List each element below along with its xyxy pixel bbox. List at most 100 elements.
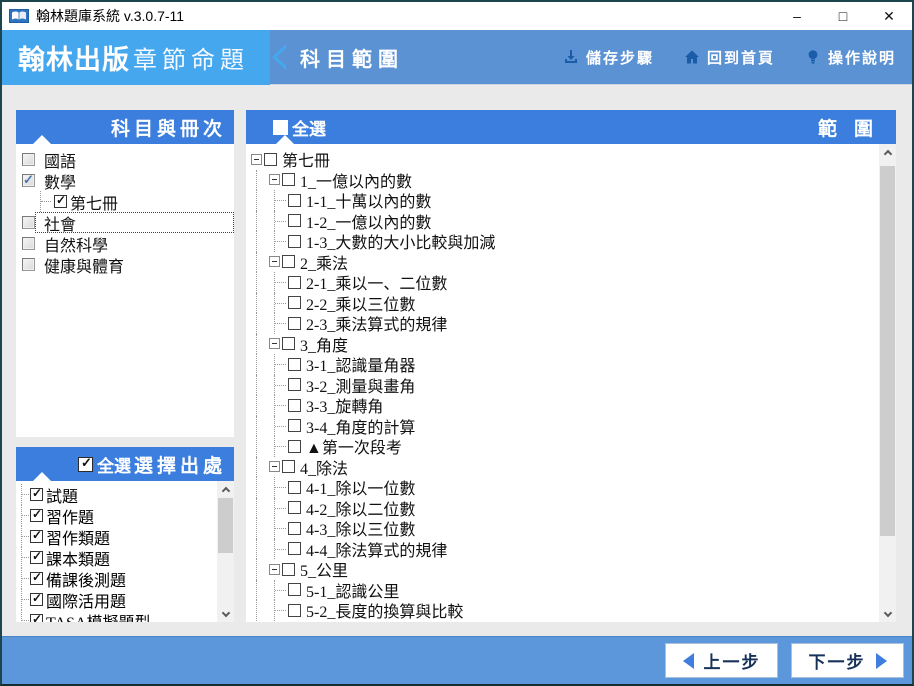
tree-scrollbar[interactable] <box>879 144 896 622</box>
tree-checkbox[interactable] <box>282 460 295 474</box>
tree-guide <box>256 559 269 580</box>
tree-row: 3-4_角度的計算 <box>251 415 879 437</box>
subjects-list: 國語 數學 第七冊 社會 自然科學 健康與體育 <box>16 144 234 437</box>
sources-panel-title: 選擇出處 <box>133 455 226 477</box>
chevron-left-icon <box>272 44 286 70</box>
scrollbar-thumb[interactable] <box>218 498 233 553</box>
source-checkbox[interactable] <box>30 486 43 501</box>
scroll-down-arrow[interactable] <box>879 606 896 622</box>
scroll-down-arrow[interactable] <box>217 606 234 622</box>
subject-checkbox[interactable] <box>22 258 35 271</box>
sources-select-all-checkbox[interactable] <box>78 455 93 472</box>
tree-row: 4_除法 <box>251 456 879 478</box>
save-steps-label: 儲存步驟 <box>585 49 654 67</box>
expand-collapse-toggle[interactable] <box>269 563 280 575</box>
source-checkbox[interactable] <box>30 591 43 606</box>
expand-collapse-toggle[interactable] <box>269 174 280 186</box>
expand-collapse-toggle[interactable] <box>269 461 280 473</box>
subject-label[interactable]: 第七冊 <box>70 190 118 214</box>
source-checkbox[interactable] <box>30 570 43 585</box>
sources-panel-header: 全選 選擇出處 <box>16 447 234 481</box>
previous-step-button[interactable]: 上一步 <box>665 643 778 678</box>
top-band: 翰林出版 章節命題 科目範圍 儲存步驟 回到首頁 操作說明 <box>2 29 912 85</box>
tree-checkbox[interactable] <box>288 357 301 371</box>
scrollbar-thumb[interactable] <box>880 166 895 536</box>
scope-select-all-label[interactable]: 全選 <box>292 115 326 140</box>
brand-module: 章節命題 <box>133 46 249 74</box>
sources-scrollbar[interactable] <box>217 481 234 622</box>
source-checkbox[interactable] <box>30 528 43 543</box>
brand-logo: 翰林出版 章節命題 <box>2 29 270 85</box>
help-button[interactable]: 操作說明 <box>805 47 896 68</box>
tree-checkbox[interactable] <box>282 337 295 351</box>
next-step-button[interactable]: 下一步 <box>791 643 904 678</box>
source-checkbox[interactable] <box>30 549 43 564</box>
close-button[interactable]: ✕ <box>866 2 912 30</box>
next-step-label: 下一步 <box>808 653 866 672</box>
tree-checkbox[interactable] <box>288 234 301 248</box>
source-row: 習作題 <box>16 505 217 527</box>
source-row: 習作類題 <box>16 526 217 548</box>
subject-row: 社會 <box>16 212 234 234</box>
minimize-button[interactable]: – <box>774 2 820 30</box>
expand-collapse-toggle[interactable] <box>251 153 262 165</box>
tree-checkbox[interactable] <box>288 583 301 597</box>
sources-select-all-label[interactable]: 全選 <box>97 452 131 477</box>
tree-guide <box>21 547 30 568</box>
tree-guide <box>256 477 269 498</box>
tree-checkbox[interactable] <box>288 439 301 453</box>
expand-collapse-toggle[interactable] <box>269 256 280 268</box>
source-checkbox[interactable] <box>30 507 43 522</box>
subject-checkbox[interactable] <box>22 237 35 250</box>
scroll-up-arrow[interactable] <box>217 481 234 497</box>
tree-checkbox[interactable] <box>288 501 301 515</box>
source-checkbox[interactable] <box>30 612 43 622</box>
tree-guide <box>274 374 288 395</box>
tree-guide <box>274 538 288 559</box>
tree-checkbox[interactable] <box>264 152 277 166</box>
tree-checkbox[interactable] <box>282 255 295 269</box>
tree-guide <box>256 518 269 539</box>
tree-checkbox[interactable] <box>288 378 301 392</box>
subject-checkbox[interactable] <box>22 216 35 229</box>
tree-guide <box>21 505 30 526</box>
tree-guide <box>256 579 269 600</box>
tree-checkbox[interactable] <box>288 275 301 289</box>
tree-checkbox[interactable] <box>282 173 295 187</box>
pointer-up-icon <box>276 135 294 144</box>
tree-checkbox[interactable] <box>288 296 301 310</box>
tree-checkbox[interactable] <box>288 480 301 494</box>
tree-row: 1-1_十萬以內的數 <box>251 190 879 211</box>
tree-row: 5-1_認識公里 <box>251 579 879 601</box>
subject-checkbox[interactable] <box>54 193 67 208</box>
tree-checkbox[interactable] <box>288 398 301 412</box>
source-row: 課本類題 <box>16 547 217 569</box>
tree-checkbox[interactable] <box>288 542 301 556</box>
source-label[interactable]: TASA模擬題型 <box>46 609 151 623</box>
scope-select-all-checkbox[interactable] <box>273 119 288 135</box>
tree-row: 4-2_除以二位數 <box>251 497 879 519</box>
subject-label[interactable]: 健康與體育 <box>44 253 124 277</box>
tree-checkbox[interactable] <box>288 316 301 330</box>
tree-guide <box>274 190 288 211</box>
save-steps-button[interactable]: 儲存步驟 <box>563 47 654 68</box>
tree-checkbox[interactable] <box>288 521 301 535</box>
sources-list: 試題 習作題 習作類題 課本類題 備課後測題 國際活用題 TASA模擬題型 <box>16 481 217 622</box>
expand-collapse-toggle[interactable] <box>269 338 280 350</box>
tree-checkbox[interactable] <box>288 193 301 207</box>
maximize-button[interactable]: □ <box>820 2 866 30</box>
tree-guide <box>274 292 288 313</box>
subject-checkbox[interactable] <box>22 153 35 166</box>
tree-checkbox[interactable] <box>288 603 301 617</box>
tree-checkbox[interactable] <box>288 419 301 433</box>
scroll-up-arrow[interactable] <box>879 144 896 160</box>
tree-guide <box>256 272 269 293</box>
tree-checkbox[interactable] <box>282 562 295 576</box>
app-icon <box>9 9 29 23</box>
home-button[interactable]: 回到首頁 <box>684 47 775 68</box>
subject-checkbox[interactable] <box>22 172 35 188</box>
tree-guide <box>256 395 269 416</box>
tree-checkbox[interactable] <box>288 214 301 228</box>
tree-item-label[interactable]: 5-2_長度的換算與比較 <box>306 598 463 622</box>
tree-guide <box>274 600 288 621</box>
